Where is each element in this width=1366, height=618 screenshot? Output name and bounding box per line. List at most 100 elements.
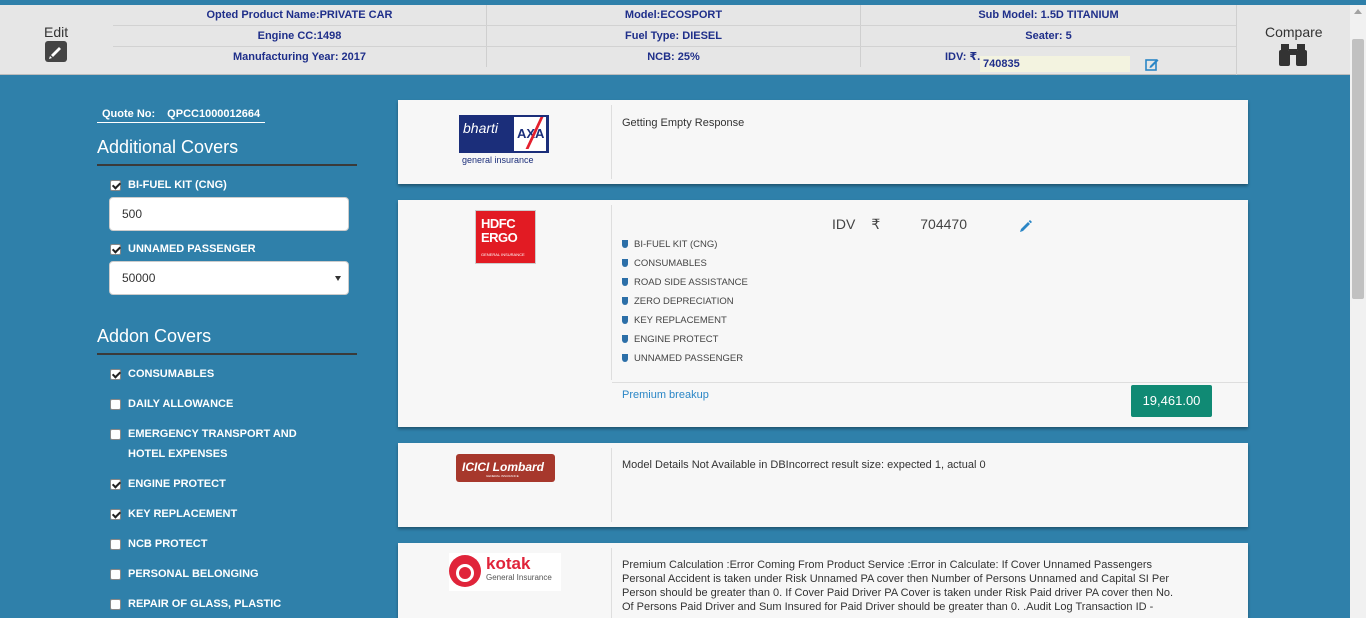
- shield-icon: [622, 297, 628, 305]
- error-message: Premium Calculation :Error Coming From P…: [622, 558, 1173, 614]
- addon-engine-protect[interactable]: ENGINE PROTECT: [110, 478, 226, 494]
- engine-cc: Engine CC:1498: [113, 26, 487, 46]
- model: Model:ECOSPORT: [487, 5, 861, 25]
- bifuel-checkbox-row[interactable]: BI-FUEL KIT (CNG): [110, 179, 227, 195]
- addon-name: CONSUMABLES: [634, 258, 707, 269]
- message-line: Premium Calculation :Error Coming From P…: [622, 559, 1153, 571]
- addon-name: UNNAMED PASSENGER: [634, 353, 744, 364]
- hdfc-ergo-logo: HDFC ERGO GENERAL INSURANCE: [475, 210, 536, 264]
- idv-label: IDV: [832, 216, 856, 232]
- checkbox-icon[interactable]: [110, 369, 121, 380]
- binoculars-icon[interactable]: [1279, 41, 1307, 67]
- included-addons-list: BI-FUEL KIT (CNG) CONSUMABLES ROAD SIDE …: [622, 238, 748, 371]
- checkbox-icon[interactable]: [110, 479, 121, 490]
- addon-label: NCB PROTECT: [128, 538, 208, 550]
- logo-line2: ERGO: [481, 230, 518, 245]
- addon-covers-title: Addon Covers: [97, 326, 357, 355]
- idv-label: IDV: ₹.: [945, 51, 981, 63]
- edit-square-icon[interactable]: [1145, 58, 1159, 72]
- idv-display: IDV ₹704470: [832, 216, 967, 233]
- column-divider: [611, 105, 612, 179]
- card-divider: [612, 382, 1248, 383]
- addon-label: HOTEL EXPENSES: [128, 448, 228, 460]
- logo-text: ICICI Lombard: [462, 460, 545, 474]
- insurer-logo: HDFC ERGO GENERAL INSURANCE: [398, 200, 611, 427]
- unnamed-passenger-value: 50000: [122, 271, 156, 285]
- bifuel-label: BI-FUEL KIT (CNG): [128, 179, 227, 191]
- logo-text: bharti: [463, 120, 499, 136]
- additional-covers-title: Additional Covers: [97, 137, 357, 166]
- addon-name: ROAD SIDE ASSISTANCE: [634, 277, 748, 288]
- list-item: BI-FUEL KIT (CNG): [622, 238, 748, 257]
- addon-ncb-protect[interactable]: NCB PROTECT: [110, 538, 207, 554]
- addon-repair-glass[interactable]: REPAIR OF GLASS, PLASTIC: [110, 598, 281, 614]
- column-divider: [611, 448, 612, 522]
- compare-section[interactable]: Compare: [1236, 5, 1350, 75]
- edit-label: Edit: [44, 24, 69, 40]
- checkbox-icon[interactable]: [110, 429, 121, 440]
- vehicle-info-grid: Opted Product Name:PRIVATE CAR Model:ECO…: [113, 5, 1236, 75]
- quote-label: Quote No:: [102, 108, 156, 120]
- addon-emergency-transport-line2: HOTEL EXPENSES: [128, 448, 227, 464]
- checkbox-icon[interactable]: [110, 180, 121, 191]
- checkbox-icon[interactable]: [110, 509, 121, 520]
- shield-icon: [622, 259, 628, 267]
- logo-subtext: GENERAL INSURANCE: [486, 474, 519, 478]
- currency-symbol: ₹: [871, 216, 881, 232]
- quote-card-hdfc: HDFC ERGO GENERAL INSURANCE IDV ₹704470 B…: [398, 200, 1248, 427]
- quote-card-kotak: kotak General Insurance Premium Calculat…: [398, 543, 1248, 618]
- addon-label: PERSONAL BELONGING: [128, 568, 259, 580]
- addon-daily-allowance[interactable]: DAILY ALLOWANCE: [110, 398, 233, 414]
- pencil-icon[interactable]: [1020, 220, 1032, 232]
- list-item: ENGINE PROTECT: [622, 333, 748, 352]
- premium-buy-button[interactable]: 19,461.00: [1131, 385, 1212, 417]
- list-item: UNNAMED PASSENGER: [622, 352, 748, 371]
- column-divider: [611, 548, 612, 618]
- shield-icon: [622, 240, 628, 248]
- chevron-down-icon: [335, 276, 341, 281]
- shield-icon: [622, 335, 628, 343]
- manufacturing-year: Manufacturing Year: 2017: [113, 47, 487, 67]
- checkbox-icon[interactable]: [110, 539, 121, 550]
- scroll-thumb[interactable]: [1352, 39, 1364, 299]
- checkbox-icon[interactable]: [110, 569, 121, 580]
- bharti-axa-logo: bharti AXA: [459, 115, 549, 153]
- addon-personal-belonging[interactable]: PERSONAL BELONGING: [110, 568, 259, 584]
- message-line: Of Persons Paid Driver and Sum Insured f…: [622, 601, 1154, 613]
- policy-header: Edit Opted Product Name:PRIVATE CAR Mode…: [0, 5, 1350, 75]
- addon-name: KEY REPLACEMENT: [634, 315, 727, 326]
- info-row-2: Engine CC:1498 Fuel Type: DIESEL Seater:…: [113, 26, 1236, 46]
- idv-input[interactable]: [980, 56, 1130, 72]
- addon-name: BI-FUEL KIT (CNG): [634, 239, 718, 250]
- insurer-logo: bharti AXA general insurance: [398, 100, 611, 184]
- column-divider: [611, 205, 612, 380]
- checkbox-icon[interactable]: [110, 399, 121, 410]
- sub-model: Sub Model: 1.5D TITANIUM: [978, 9, 1119, 21]
- unnamed-passenger-checkbox-row[interactable]: UNNAMED PASSENGER: [110, 243, 256, 259]
- shield-icon: [622, 278, 628, 286]
- premium-breakup-link[interactable]: Premium breakup: [622, 389, 709, 401]
- addon-label: CONSUMABLES: [128, 368, 215, 380]
- bifuel-amount-input[interactable]: 500: [109, 197, 349, 231]
- addon-emergency-transport[interactable]: EMERGENCY TRANSPORT AND: [110, 428, 297, 444]
- insurer-logo: ICICI Lombard GENERAL INSURANCE: [398, 443, 611, 527]
- product-name: Opted Product Name:PRIVATE CAR: [113, 5, 487, 25]
- pencil-icon: [49, 47, 61, 59]
- addon-name: ENGINE PROTECT: [634, 334, 719, 345]
- addon-key-replacement[interactable]: KEY REPLACEMENT: [110, 508, 237, 524]
- kotak-emblem: [449, 555, 481, 587]
- checkbox-icon[interactable]: [110, 244, 121, 255]
- edit-button[interactable]: [45, 41, 67, 62]
- quote-card-icici: ICICI Lombard GENERAL INSURANCE Model De…: [398, 443, 1248, 527]
- scroll-up-icon[interactable]: [1354, 9, 1362, 14]
- addon-label: DAILY ALLOWANCE: [128, 398, 234, 410]
- addon-consumables[interactable]: CONSUMABLES: [110, 368, 214, 384]
- checkbox-icon[interactable]: [110, 599, 121, 610]
- addon-label: REPAIR OF GLASS, PLASTIC: [128, 598, 282, 610]
- scrollbar[interactable]: [1350, 5, 1366, 618]
- list-item: CONSUMABLES: [622, 257, 748, 276]
- logo-subtext: General Insurance: [486, 573, 552, 582]
- logo-text: kotak: [486, 554, 531, 573]
- logo-line1: HDFC: [481, 216, 516, 231]
- unnamed-passenger-select[interactable]: 50000: [109, 261, 349, 295]
